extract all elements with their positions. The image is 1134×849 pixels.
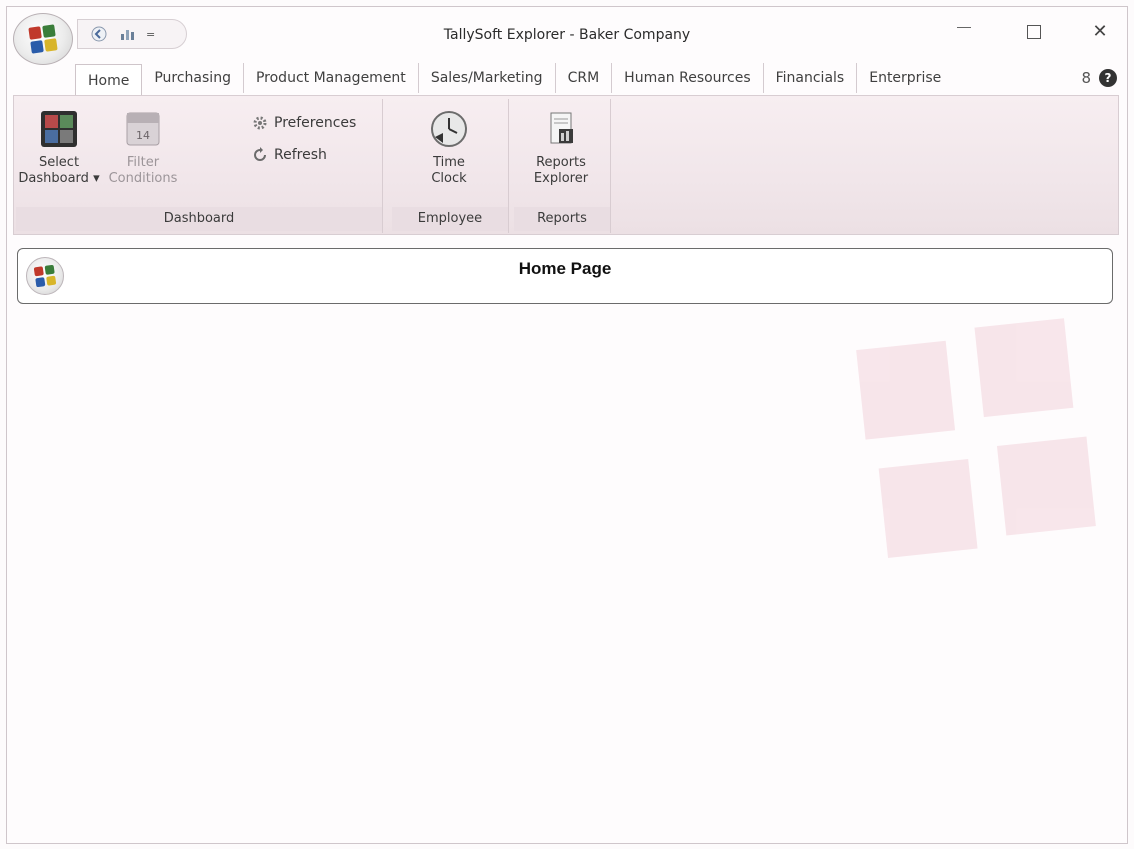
tab-purchasing[interactable]: Purchasing — [142, 63, 244, 93]
filter-calendar-icon: 14 — [123, 109, 163, 149]
time-clock-label-2: Clock — [431, 171, 467, 186]
close-icon: ✕ — [1092, 21, 1108, 42]
tab-product-management[interactable]: Product Management — [244, 63, 419, 93]
time-clock-button[interactable]: Time Clock — [412, 105, 486, 187]
filter-label-2: Conditions — [108, 171, 178, 186]
filter-label-1: Filter — [126, 155, 160, 170]
tab-home[interactable]: Home — [75, 64, 143, 97]
employee-group: Time Clock Employee — [392, 99, 509, 233]
tab-enterprise[interactable]: Enterprise — [857, 63, 953, 93]
ribbon-right-icons: 8 ? — [1081, 69, 1117, 87]
reports-explorer-label-2: Explorer — [533, 171, 589, 186]
ribbon-tabs: Home Purchasing Product Management Sales… — [75, 63, 953, 97]
close-button[interactable]: ✕ — [1085, 19, 1115, 45]
reports-icon — [541, 109, 581, 149]
reports-explorer-label-1: Reports — [536, 155, 586, 170]
filter-badge: 14 — [136, 129, 150, 142]
help-icon[interactable]: ? — [1099, 69, 1117, 87]
app-window: = TallySoft Explorer - Baker Company ✕ H… — [6, 6, 1128, 844]
clock-icon — [429, 109, 469, 149]
tab-sales-marketing[interactable]: Sales/Marketing — [419, 63, 556, 93]
ribbon-panel: Select Dashboard ▾ 14 Filter Conditions — [13, 95, 1119, 235]
reports-group: Reports Explorer Reports — [514, 99, 611, 233]
reports-group-label: Reports — [514, 207, 610, 231]
time-clock-label-1: Time — [433, 155, 465, 170]
preferences-button[interactable]: Preferences — [252, 115, 356, 131]
select-dashboard-button[interactable]: Select Dashboard ▾ — [18, 105, 100, 187]
maximize-button[interactable] — [1019, 19, 1049, 45]
title-bar: = TallySoft Explorer - Baker Company ✕ — [7, 7, 1127, 65]
dashboard-group: Select Dashboard ▾ 14 Filter Conditions — [16, 99, 383, 233]
maximize-icon — [1027, 25, 1041, 39]
preferences-label: Preferences — [274, 115, 357, 131]
dashboard-group-label: Dashboard — [16, 207, 382, 231]
employee-group-label: Employee — [392, 207, 508, 231]
refresh-button[interactable]: Refresh — [252, 147, 327, 163]
select-dashboard-label-1: Select — [38, 155, 80, 170]
key-icon[interactable]: 8 — [1081, 69, 1091, 87]
dashboard-icon — [39, 109, 79, 149]
gear-icon — [252, 115, 268, 131]
watermark-logo — [855, 315, 1119, 579]
tab-human-resources[interactable]: Human Resources — [612, 63, 764, 93]
tab-crm[interactable]: CRM — [556, 63, 613, 93]
home-page-header: Home Page — [17, 248, 1113, 304]
reports-explorer-button[interactable]: Reports Explorer — [524, 105, 598, 187]
select-dashboard-label-2: Dashboard — [18, 171, 89, 186]
tab-financials[interactable]: Financials — [764, 63, 858, 93]
filter-conditions-button[interactable]: 14 Filter Conditions — [108, 105, 178, 187]
refresh-icon — [252, 147, 268, 163]
dropdown-arrow-icon: ▾ — [93, 171, 100, 186]
minimize-button[interactable] — [949, 19, 979, 45]
minimize-icon — [957, 26, 971, 28]
home-page-title: Home Page — [518, 259, 612, 278]
refresh-label: Refresh — [274, 147, 327, 163]
